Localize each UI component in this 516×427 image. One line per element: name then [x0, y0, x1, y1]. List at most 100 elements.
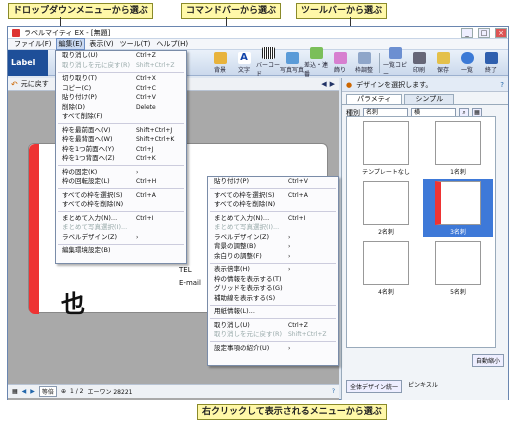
menu-item[interactable]: 余白りの調整(F) ›	[208, 252, 338, 262]
photo-button[interactable]: 写真写真	[280, 51, 304, 74]
list-copy-button[interactable]: 一覧コピー	[383, 47, 407, 78]
back-arrow-icon[interactable]: ◀	[22, 388, 27, 395]
menu-item[interactable]: 取り消し(U) Ctrl+Z	[56, 51, 186, 61]
menu-item[interactable]: 枠の情報を表示する(T)	[208, 275, 338, 285]
menu-item[interactable]: 削除(D) Delete	[56, 103, 186, 113]
template-item[interactable]: 5名刺	[423, 239, 493, 297]
zoom-icon[interactable]: ⊕	[61, 388, 66, 395]
menu-item-label: 取り消しを元に戻す(R)	[214, 330, 283, 338]
menu-item-label: 貼り付け(P)	[214, 177, 249, 185]
menu-item[interactable]: 取り消しを元に戻す(R) Shift+Ctrl+Z	[208, 330, 338, 340]
menu-item-label: まとめて入力(N)...	[214, 213, 270, 222]
design-panel-title: デザインを選択します。	[356, 80, 433, 89]
prev-page-icon[interactable]: ◀	[321, 80, 326, 88]
menu-item[interactable]: まとめて入力(N)... Ctrl+I	[56, 214, 186, 224]
menu-item[interactable]: 貼り付け(P) Ctrl+V	[208, 177, 338, 187]
menu-item[interactable]: ラベルデザイン(Z) ›	[208, 233, 338, 243]
zoom-value[interactable]: 等倍	[38, 386, 57, 397]
window-title: ラベルマイティ EX - [無題]	[24, 28, 111, 37]
menu-item[interactable]: すべての枠を選択(S) Ctrl+A	[56, 191, 186, 201]
menu-item[interactable]: グリッドを表示する(G)	[208, 284, 338, 294]
menu-item[interactable]: 貼り付け(P) Ctrl+V	[56, 93, 186, 103]
text-button[interactable]: A 文字	[232, 51, 256, 74]
menu-item[interactable]: すべての枠を削除(N)	[56, 200, 186, 210]
minimize-button[interactable]: _	[461, 27, 473, 38]
menu-item[interactable]: 補助線を表示する(S)	[208, 294, 338, 304]
frame-adjust-icon	[357, 51, 371, 64]
maximize-button[interactable]: □	[478, 27, 490, 38]
template-item[interactable]: 4名刺	[351, 239, 421, 297]
template-grid: テンプレートなし 1名刺 2名刺 3名刺 4名刺 5名刺	[346, 116, 496, 348]
background-button[interactable]: 背景	[208, 51, 232, 74]
callout-right-click: 右クリックして表示されるメニューから選ぶ	[197, 404, 387, 420]
menu-item-shortcut: Shift+Ctrl+Z	[288, 331, 327, 338]
menu-help[interactable]: ヘルプ(H)	[154, 39, 190, 49]
menu-item[interactable]: 背景の調整(B) ›	[208, 242, 338, 252]
menu-item[interactable]: 枠の回転設定(L) Ctrl+H	[56, 177, 186, 187]
panel-help-icon[interactable]: ?	[500, 81, 504, 89]
print-button[interactable]: 印刷	[407, 51, 431, 74]
menu-item[interactable]: 枠を最前面へ(V) Shift+Ctrl+J	[56, 126, 186, 136]
menu-item[interactable]: コピー(C) Ctrl+C	[56, 84, 186, 94]
menu-item[interactable]: 表示倍率(H) ›	[208, 265, 338, 275]
menu-item[interactable]: すべて削除(F)	[56, 112, 186, 122]
menu-item[interactable]: 用紙情報(L)...	[208, 307, 338, 317]
menu-item[interactable]: 編集環境設定(B)	[56, 246, 186, 256]
menu-item[interactable]: まとめて入力(N)... Ctrl+I	[208, 214, 338, 224]
canvas-email[interactable]: E-mail	[179, 279, 201, 287]
menu-item-shortcut: Ctrl+Z	[288, 321, 308, 329]
decoration-button[interactable]: 飾り	[328, 51, 352, 74]
menu-item[interactable]: 切り取り(T) Ctrl+X	[56, 74, 186, 84]
panel-actions: 自動縮小	[346, 354, 504, 367]
frame-adjust-button[interactable]: 枠調整	[352, 51, 376, 74]
merge-button[interactable]: 差込・連番	[304, 47, 328, 78]
layer-icon[interactable]: ▦	[12, 388, 18, 395]
undo-label[interactable]: 元に戻す	[21, 79, 49, 89]
list-button[interactable]: 一覧	[455, 51, 479, 74]
menu-item[interactable]: 枠を1つ背面へ(Z) Ctrl+K	[56, 154, 186, 164]
canvas-tel[interactable]: TEL	[179, 266, 192, 274]
menu-item[interactable]: すべての枠を選択(S) Ctrl+A	[208, 191, 338, 201]
menu-item[interactable]: すべての枠を削除(N)	[208, 200, 338, 210]
menu-file[interactable]: ファイル(F)	[12, 39, 54, 49]
menu-view[interactable]: 表示(V)	[87, 39, 115, 49]
list-copy-label: 一覧コピー	[383, 62, 408, 78]
barcode-button[interactable]: バーコード	[256, 47, 280, 78]
menu-item[interactable]: 設定事項の紹介(U) ›	[208, 344, 338, 354]
menu-item-shortcut: ›	[288, 252, 291, 260]
menu-item[interactable]: まとめて写真選択(I)...	[208, 223, 338, 233]
template-item[interactable]: 2名刺	[351, 179, 421, 237]
exit-button[interactable]: 終了	[479, 51, 503, 74]
close-button[interactable]: ×	[495, 27, 507, 38]
tab-simple[interactable]: シンプル	[404, 94, 455, 104]
save-label: 保存	[436, 66, 449, 74]
menu-item[interactable]: まとめて写真選択(I)...	[56, 223, 186, 233]
save-button[interactable]: 保存	[431, 51, 455, 74]
next-page-icon[interactable]: ▶	[330, 80, 335, 88]
menu-item-label: ラベルデザイン(Z)	[62, 232, 118, 241]
menu-item-shortcut: Delete	[136, 103, 156, 111]
menu-item[interactable]: ラベルデザイン(Z) ›	[56, 233, 186, 243]
help-icon[interactable]: ?	[332, 388, 335, 395]
unify-design-button[interactable]: 全体デザイン統一	[346, 380, 403, 393]
unit-label: ピンキスル	[408, 382, 438, 389]
template-item[interactable]: テンプレートなし	[351, 119, 421, 177]
menu-edit[interactable]: 編集(E)	[55, 38, 86, 50]
menu-item[interactable]: 取り消し(U) Ctrl+Z	[208, 321, 338, 331]
auto-shrink-button[interactable]: 自動縮小	[471, 354, 504, 367]
template-item[interactable]: 1名刺	[423, 119, 493, 177]
menu-item[interactable]: 枠を最背面へ(W) Shift+Ctrl+K	[56, 135, 186, 145]
text-label: 文字	[237, 66, 250, 74]
template-item-selected[interactable]: 3名刺	[423, 179, 493, 237]
forward-arrow-icon[interactable]: ▶	[30, 388, 35, 395]
tab-parameter[interactable]: パラメティ	[346, 94, 403, 104]
canvas-big-char[interactable]: 也	[61, 284, 85, 319]
list-icon	[460, 51, 474, 64]
menu-item[interactable]: 取り消しを元に戻す(R) Shift+Ctrl+Z	[56, 61, 186, 71]
menu-item-label: 取り消し(U)	[214, 320, 250, 329]
menu-item[interactable]: 枠を1つ前面へ(Y) Ctrl+J	[56, 145, 186, 155]
menu-item[interactable]: 枠の固定(K) ›	[56, 168, 186, 178]
undo-icon[interactable]: ↶	[11, 80, 18, 89]
menu-item-label: 用紙情報(L)...	[214, 307, 255, 315]
menu-tools[interactable]: ツール(T)	[118, 39, 153, 49]
